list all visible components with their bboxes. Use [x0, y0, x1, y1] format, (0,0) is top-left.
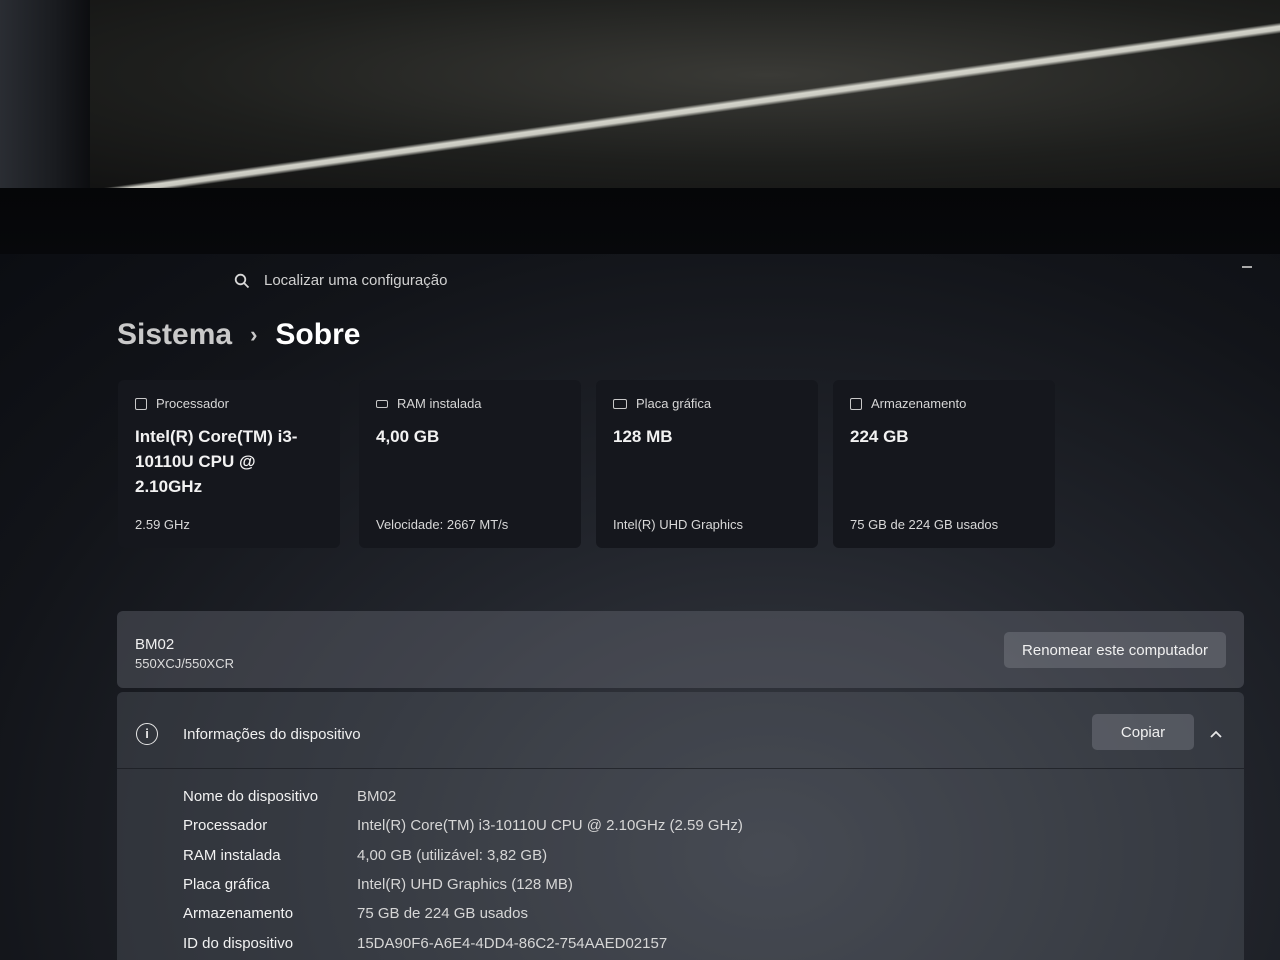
- info-key: Nome do dispositivo: [183, 788, 319, 806]
- device-model: 550XCJ/550XCR: [135, 656, 234, 671]
- chevron-up-icon[interactable]: [1208, 726, 1224, 742]
- storage-icon: [850, 397, 862, 410]
- info-row: RAM instalada 4,00 GB (utilizável: 3,82 G…: [183, 841, 743, 870]
- card-sub: 75 GB de 224 GB usados: [850, 517, 999, 532]
- card-sub: Velocidade: 2667 MT/s: [376, 517, 509, 532]
- info-value: Intel(R) UHD Graphics (128 MB): [357, 876, 573, 894]
- card-storage: Armazenamento 224 GB 75 GB de 224 GB usa…: [833, 380, 1055, 548]
- monitor-bezel: [0, 188, 1280, 254]
- info-key: Processador: [183, 817, 268, 835]
- info-icon: i: [136, 723, 158, 745]
- info-row: Placa gráfica Intel(R) UHD Graphics (128 …: [183, 870, 743, 899]
- background-object: [0, 0, 90, 188]
- breadcrumb: Sistema › Sobre: [117, 318, 360, 352]
- device-info-rows: Nome do dispositivo BM02 Processador Intel…: [183, 782, 743, 958]
- info-key: Armazenamento: [183, 905, 294, 923]
- card-value: 224 GB: [850, 427, 909, 446]
- gpu-icon: [613, 398, 627, 409]
- info-key: RAM instalada: [183, 846, 281, 864]
- info-value: Intel(R) Core(TM) i3-10110U CPU @ 2.10GH…: [357, 817, 743, 835]
- processor-icon: [135, 397, 147, 410]
- info-value: 15DA90F6-A6E4-4DD4-86C2-754AAED02157: [357, 934, 668, 952]
- info-key: Placa gráfica: [183, 876, 270, 894]
- info-value: 4,00 GB (utilizável: 3,82 GB): [357, 846, 548, 864]
- page-title: Sobre: [275, 318, 361, 351]
- card-value: 4,00 GB: [376, 427, 440, 446]
- info-value: 75 GB de 224 GB usados: [357, 905, 528, 923]
- copy-button[interactable]: Copiar: [1092, 714, 1194, 750]
- card-value: 128 MB: [613, 427, 673, 446]
- card-value: Intel(R) Core(TM) i3-10110U CPU @ 2.10GH…: [135, 427, 298, 496]
- info-key: ID do dispositivo: [183, 934, 294, 952]
- card-gpu: Placa gráfica 128 MB Intel(R) UHD Graphi…: [596, 380, 818, 548]
- info-row: Armazenamento 75 GB de 224 GB usados: [183, 899, 743, 928]
- info-row: Processador Intel(R) Core(TM) i3-10110U C…: [183, 811, 743, 840]
- card-processor: Processador Intel(R) Core(TM) i3-10110U …: [118, 380, 340, 548]
- card-label: RAM instalada: [397, 396, 482, 411]
- device-info-panel: i Informações do dispositivo Copiar Nome…: [117, 692, 1244, 960]
- card-ram: RAM instalada 4,00 GB Velocidade: 2667 M…: [359, 380, 581, 548]
- device-info-title: Informações do dispositivo: [183, 726, 361, 743]
- search-input[interactable]: Localizar uma configuração: [264, 272, 447, 289]
- minimize-icon[interactable]: [1242, 266, 1252, 268]
- breadcrumb-parent[interactable]: Sistema: [117, 318, 232, 352]
- chevron-right-icon: ›: [250, 322, 258, 347]
- info-value: BM02: [357, 788, 397, 806]
- search-box[interactable]: Localizar uma configuração: [234, 272, 447, 289]
- device-name: BM02: [135, 636, 175, 653]
- info-row: Nome do dispositivo BM02: [183, 782, 743, 811]
- rename-button[interactable]: Renomear este computador: [1004, 632, 1226, 668]
- info-row: ID do dispositivo 15DA90F6-A6E4-4DD4-86C2…: [183, 928, 743, 957]
- card-label: Armazenamento: [871, 396, 967, 411]
- search-icon: [234, 273, 250, 288]
- card-label: Processador: [156, 396, 229, 411]
- background-photo: [0, 0, 1280, 188]
- card-label: Placa gráfica: [636, 396, 712, 411]
- device-name-panel: BM02 550XCJ/550XCR Renomear este computa…: [117, 611, 1244, 688]
- ram-icon: [376, 399, 388, 408]
- card-sub: Intel(R) UHD Graphics: [613, 517, 744, 532]
- device-info-header[interactable]: i Informações do dispositivo Copiar: [117, 692, 1244, 769]
- card-sub: 2.59 GHz: [135, 517, 190, 532]
